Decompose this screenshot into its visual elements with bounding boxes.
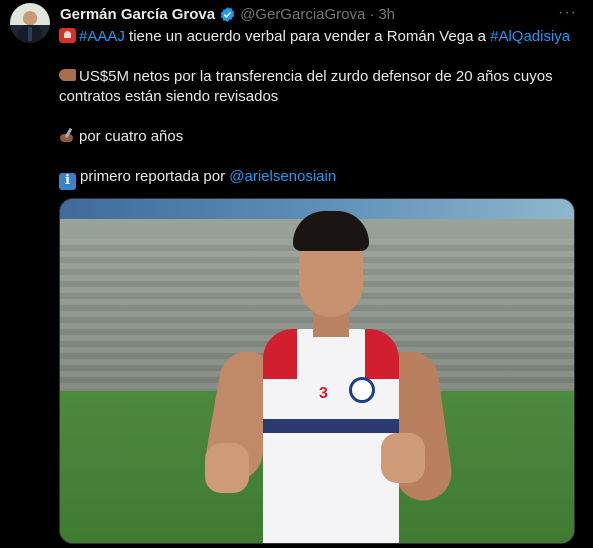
tweet-time[interactable]: 3h [378,6,395,23]
thumbs-up-left [205,443,249,493]
tweet-text: #AAAJ tiene un acuerdo verbal para vende… [59,27,579,190]
shirt-shoulder-right [365,329,399,379]
line4-text: primero reportada por [80,168,230,185]
shirt-shoulder-left [263,329,297,379]
writing-hand-icon [59,128,76,143]
tweet-line-3: por cuatro años [59,127,579,147]
player-hair [293,211,369,251]
shirt-number: 3 [319,385,328,402]
player-shirt: 3 [263,329,399,543]
more-icon[interactable]: ··· [558,4,577,22]
club-crest [349,377,375,403]
info-icon: i [59,172,76,190]
shirt-stripe [263,419,399,433]
author-name[interactable]: Germán García Grova [60,6,215,23]
pointing-hand-icon [59,69,76,81]
hashtag-aaaj[interactable]: #AAAJ [79,28,125,45]
avatar[interactable] [10,3,50,43]
verified-icon[interactable] [219,6,236,23]
siren-icon [59,28,76,43]
photo-player: 3 [202,211,456,543]
author-handle[interactable]: @GerGarciaGrova [240,6,365,23]
tweet-line-4: i primero reportada por @arielsenosiain [59,167,579,190]
thumbs-up-right [381,433,425,483]
tweet-header: Germán García Grova @GerGarciaGrova · 3h [60,4,395,24]
avatar-tie [28,27,32,41]
line2-text: US$5M netos por la transferencia del zur… [59,68,553,105]
tweet-line-1: #AAAJ tiene un acuerdo verbal para vende… [59,27,579,47]
separator-dot: · [369,5,375,23]
tweet-line-2: US$5M netos por la transferencia del zur… [59,67,579,107]
hashtag-alqadisiya[interactable]: #AlQadisiya [490,28,570,45]
tweet-photo[interactable]: 3 [59,198,575,544]
mention-link[interactable]: @arielsenosiain [229,168,336,185]
line3-text: por cuatro años [79,128,184,145]
line1-text: tiene un acuerdo verbal para vender a Ro… [124,28,491,45]
